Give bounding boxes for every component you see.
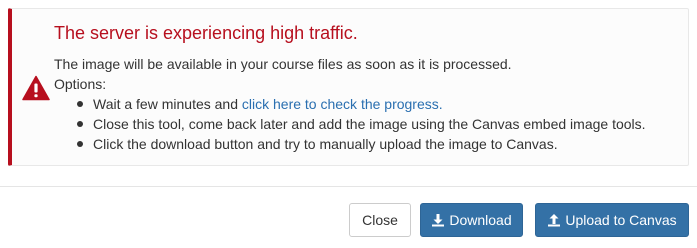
alert-message: The image will be available in your cour… — [54, 56, 512, 72]
download-button-label: Download — [449, 212, 512, 228]
option-text: Click the download button and try to man… — [93, 136, 558, 152]
upload-button-label: Upload to Canvas — [565, 212, 677, 228]
option-text: Wait a few minutes and — [93, 96, 242, 112]
option-text: Close this tool, come back later and add… — [93, 116, 646, 132]
option-item: Click the download button and try to man… — [76, 134, 646, 154]
upload-icon — [548, 214, 561, 227]
option-item: Wait a few minutes and click here to che… — [76, 94, 646, 114]
footer-divider — [0, 186, 697, 187]
check-progress-link[interactable]: click here to check the progress. — [242, 96, 443, 112]
options-label: Options: — [54, 76, 107, 92]
option-item: Close this tool, come back later and add… — [76, 114, 646, 134]
options-list: Wait a few minutes and click here to che… — [76, 94, 646, 154]
alert-body: The image will be available in your cour… — [54, 54, 646, 154]
close-button-label: Close — [362, 212, 398, 228]
close-button[interactable]: Close — [349, 203, 411, 237]
alert-title: The server is experiencing high traffic. — [54, 23, 358, 43]
warning-triangle-icon — [22, 75, 50, 101]
traffic-alert: The server is experiencing high traffic.… — [8, 8, 689, 166]
upload-to-canvas-button[interactable]: Upload to Canvas — [535, 203, 689, 237]
download-button[interactable]: Download — [420, 203, 523, 237]
download-icon — [432, 214, 445, 227]
